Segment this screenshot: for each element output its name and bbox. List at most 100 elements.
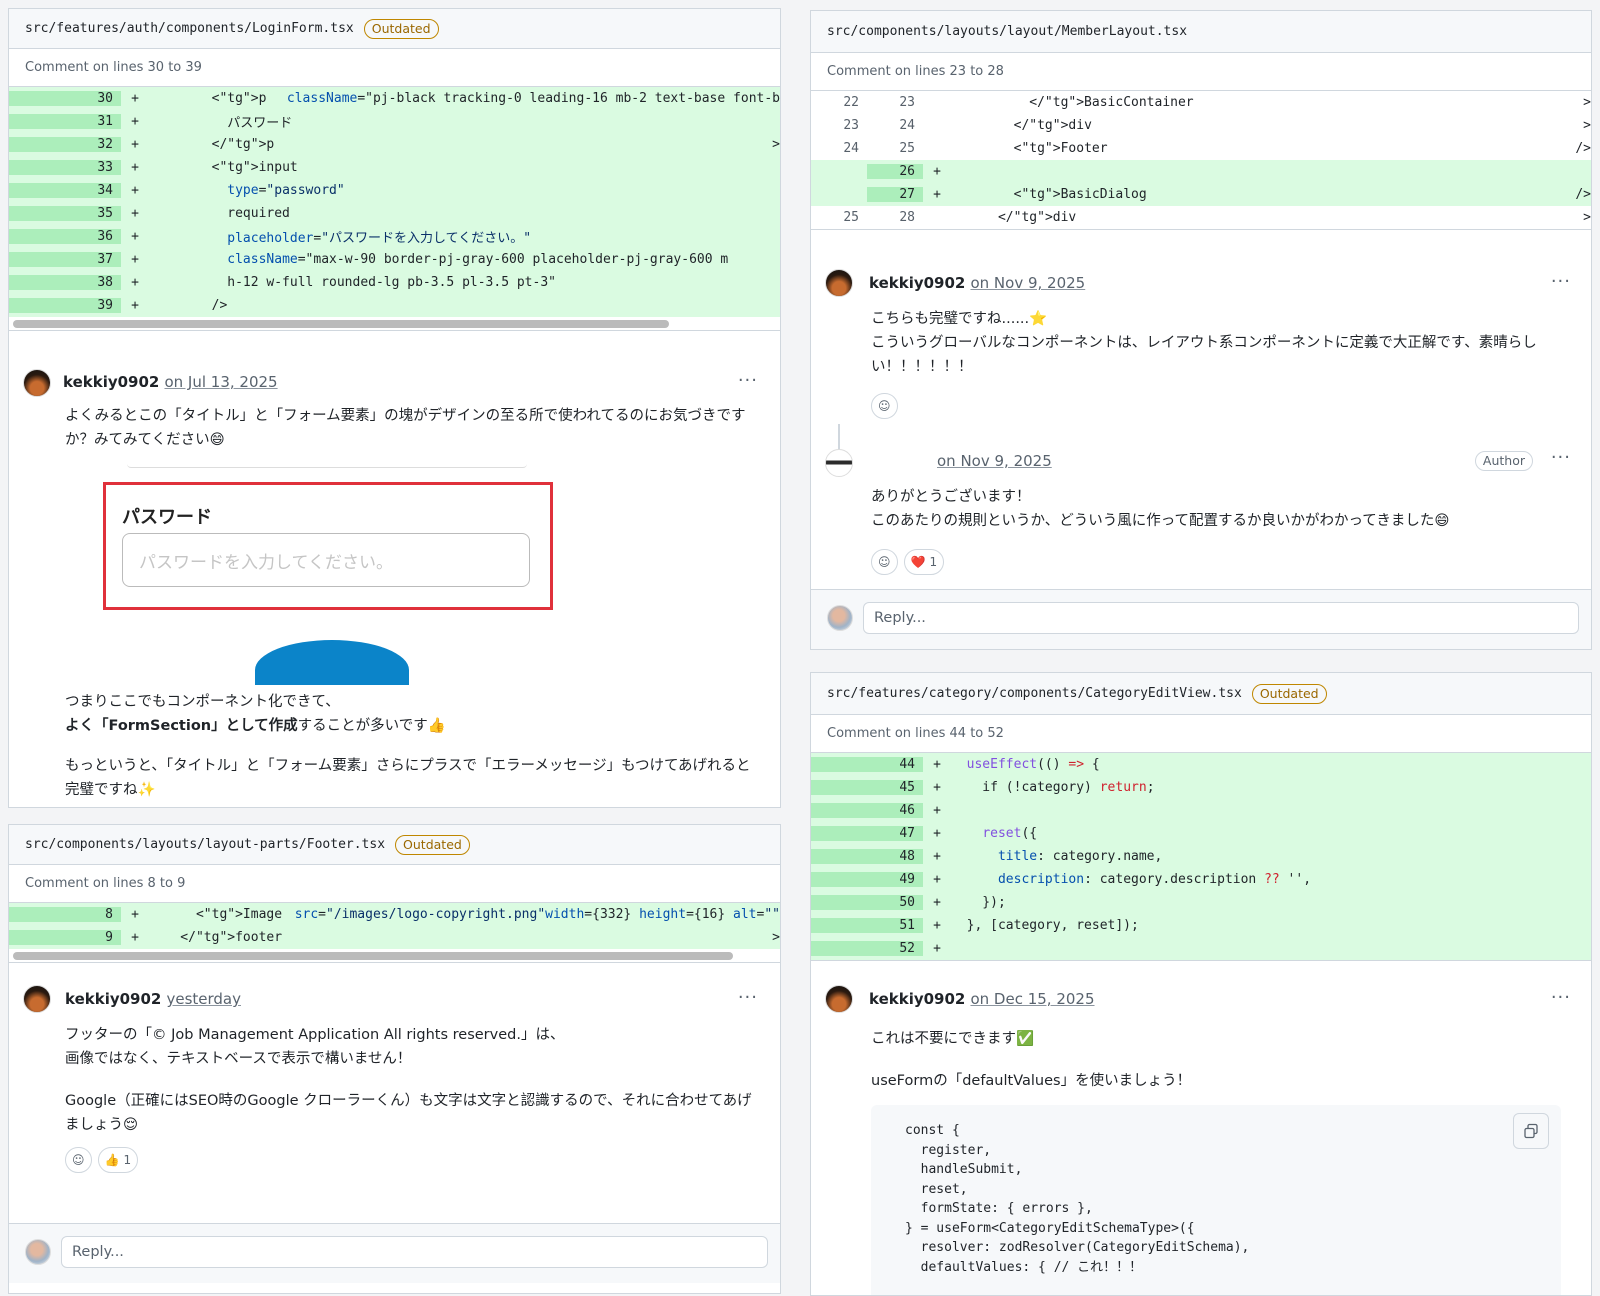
diff-line: 25 28 </"tg">div > (843, 210, 1591, 225)
diff-line: 23 24 </"tg">div > (843, 118, 1591, 133)
file-header: src/features/auth/components/LoginForm.t… (9, 9, 780, 49)
diff-hunk: 8 + <"tg">Image src = "/images/logo-copyrig… (9, 903, 780, 949)
add-reaction-button[interactable]: ☺ (871, 393, 898, 419)
horizontal-scrollbar[interactable] (9, 317, 780, 331)
diff-line: 34 + type="password" (9, 179, 780, 202)
comment-text: つまりここでもコンポーネント化できて、 (65, 694, 340, 710)
outdated-badge: Outdated (1251, 683, 1327, 704)
reply-input[interactable]: Reply... (863, 602, 1579, 634)
diff-line: 32 + </"tg">p > (9, 133, 780, 156)
outdated-badge: Outdated (395, 834, 470, 855)
file-header: src/components/layouts/layout/MemberLayo… (811, 11, 1591, 53)
file-header: src/components/layouts/layout-parts/Foot… (9, 825, 780, 865)
diff-line: 45 + if (!category) return; (811, 776, 1591, 799)
horizontal-scrollbar[interactable] (9, 949, 780, 963)
highlight-box: パスワード パスワードを入力してください。 (103, 482, 553, 610)
comment-text: こちらも完璧ですね......⭐ (871, 311, 1048, 327)
file-path[interactable]: src/features/auth/components/LoginForm.t… (25, 21, 354, 36)
smiley-icon: ☺ (878, 555, 891, 569)
file-path[interactable]: src/features/category/components/Categor… (827, 686, 1242, 701)
kebab-icon[interactable]: ··· (1551, 447, 1571, 468)
reply-date[interactable]: on Nov 9, 2025 (937, 452, 1052, 470)
comment-author[interactable]: kekkiy0902 (869, 274, 965, 292)
comment-lines-label: Comment on lines 8 to 9 (9, 865, 780, 903)
diff-line: 51 + }, [category, reset]); (811, 914, 1591, 937)
comment-date[interactable]: on Jul 13, 2025 (164, 373, 277, 391)
add-reaction-button[interactable]: ☺ (871, 549, 898, 575)
diff-line: 36 + placeholder="パスワードを入力してください。" (9, 225, 780, 248)
diff-line: 39 + /> (9, 294, 780, 317)
diff-line: 38 + h-12 w-full rounded-lg pb-3.5 pl-3.5… (9, 271, 780, 294)
diff-line: 26 + (811, 160, 1591, 183)
reaction-thumbsup[interactable]: 👍 1 (97, 1147, 139, 1173)
diff-line: 31 + パスワード (9, 110, 780, 133)
form-label: パスワード (122, 507, 212, 528)
review-thread-footer: src/components/layouts/layout-parts/Foot… (8, 824, 781, 1294)
comment-text: Google（正確にはSEO時のGoogle クローラーくん）も文字は文字と認識… (65, 1093, 752, 1133)
diff-line: 30 + <"tg">p className ="pj-black tracking… (9, 87, 780, 110)
diff-line: 27 + <"tg">BasicDialog /> (811, 183, 1591, 206)
comment-date[interactable]: on Nov 9, 2025 (970, 274, 1085, 292)
avatar[interactable] (23, 369, 51, 397)
diff-line: 44 + useEffect(() => { (811, 753, 1591, 776)
review-thread-memberlayout: src/components/layouts/layout/MemberLayo… (810, 10, 1592, 650)
copy-icon[interactable] (1513, 1113, 1549, 1149)
file-path[interactable]: src/components/layouts/layout/MemberLayo… (827, 24, 1187, 39)
comment-date[interactable]: on Dec 15, 2025 (970, 990, 1094, 1008)
file-path[interactable]: src/components/layouts/layout-parts/Foot… (25, 837, 385, 852)
diff-hunk: 30 + <"tg">p className ="pj-black tracking… (9, 87, 780, 317)
kebab-icon[interactable]: ··· (1551, 271, 1571, 292)
comment-text: よくみるとこの「タイトル」と「フォーム要素」の塊がデザインの至る所で使われてるの… (65, 408, 746, 448)
avatar (827, 605, 853, 631)
comment-text: フッターの「© Job Management Application All r… (65, 1027, 565, 1043)
kebab-icon[interactable]: ··· (738, 370, 758, 391)
reply-area: Reply... (9, 1223, 780, 1283)
kebab-icon[interactable]: ··· (738, 987, 758, 1008)
author-badge: Author (1474, 451, 1533, 471)
review-thread-loginform: src/features/auth/components/LoginForm.t… (8, 8, 781, 808)
diff-line: 52 + (811, 937, 1591, 960)
avatar[interactable] (23, 985, 51, 1013)
comment-author[interactable]: kekkiy0902 (63, 373, 159, 391)
outdated-badge: Outdated (363, 18, 439, 39)
smiley-icon: ☺ (878, 399, 891, 413)
comment-text: ありがとうございます！ (871, 489, 1031, 505)
comment-text: このあたりの規則というか、どういう風に作って配置するか良いかがわかってきました😄 (871, 513, 1450, 529)
comment-lines-label: Comment on lines 30 to 39 (9, 49, 780, 87)
review-thread-categoryedit: src/features/category/components/Categor… (810, 672, 1592, 1296)
diff-line: 8 + <"tg">Image src = "/images/logo-copyrig… (9, 903, 780, 926)
kebab-icon[interactable]: ··· (1551, 987, 1571, 1008)
file-header: src/features/category/components/Categor… (811, 673, 1591, 715)
comment-date[interactable]: yesterday (166, 990, 241, 1008)
reply-area: Reply... (811, 589, 1591, 649)
comment-text: useFormの「defaultValues」を使いましょう！ (871, 1073, 1192, 1089)
comment-author[interactable]: kekkiy0902 (869, 990, 965, 1008)
form-input-preview: パスワードを入力してください。 (122, 533, 530, 587)
diff-line: 9 + </"tg">footer > (9, 926, 780, 949)
comment-lines-label: Comment on lines 44 to 52 (811, 715, 1591, 753)
diff-line: 47 + reset({ (811, 822, 1591, 845)
diff-line: 22 23 </"tg">BasicContainer > (843, 95, 1591, 110)
diff-line: 33 + <"tg">input (9, 156, 780, 179)
diff-hunk: 44 + useEffect(() => {45 + if (!category) … (811, 753, 1591, 961)
comment-text: することが多いです👍 (297, 718, 446, 734)
avatar[interactable] (825, 985, 853, 1013)
comment-text-bold: よく「FormSection」として作成 (65, 718, 298, 734)
diff-line: 48 + title: category.name, (811, 845, 1591, 868)
diff-line: 24 25 <"tg">Footer /> (843, 141, 1591, 156)
reaction-heart[interactable]: ❤️ 1 (903, 549, 945, 575)
comment-lines-label: Comment on lines 23 to 28 (811, 53, 1591, 91)
avatar[interactable] (825, 269, 853, 297)
avatar[interactable] (825, 449, 853, 477)
diff-line: 50 + }); (811, 891, 1591, 914)
diff-line: 49 + description: category.description ??… (811, 868, 1591, 891)
smiley-icon: ☺ (72, 1153, 85, 1167)
avatar (25, 1239, 51, 1265)
diff-line: 46 + (811, 799, 1591, 822)
comment-author[interactable]: kekkiy0902 (65, 990, 161, 1008)
embedded-screenshot: パスワード パスワードを入力してください。 (65, 460, 565, 685)
comment-text: これは不要にできます✅ (871, 1031, 1035, 1047)
code-block: const { register, handleSubmit, reset, f… (871, 1105, 1561, 1295)
reply-input[interactable]: Reply... (61, 1236, 768, 1268)
add-reaction-button[interactable]: ☺ (65, 1147, 92, 1173)
